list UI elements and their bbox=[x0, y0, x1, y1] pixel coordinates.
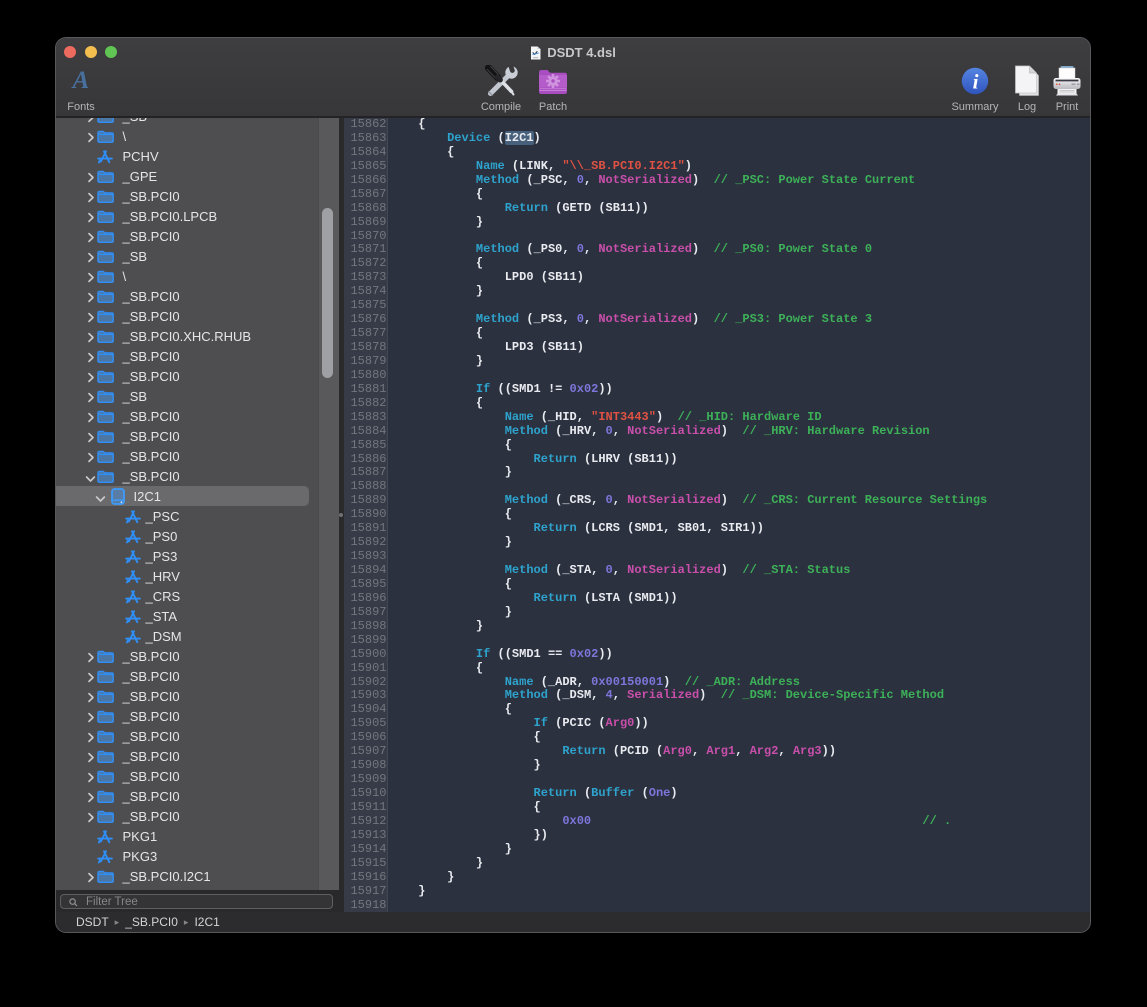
svg-text:i: i bbox=[973, 70, 979, 94]
